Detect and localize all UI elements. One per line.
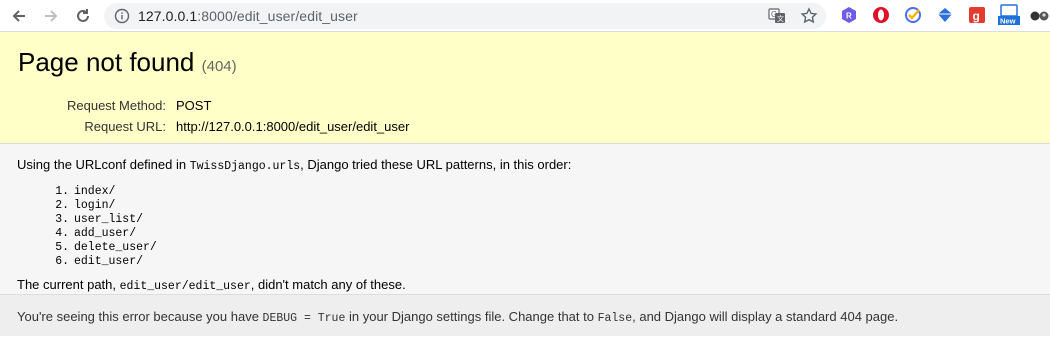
reload-icon xyxy=(77,8,89,22)
urlconf-intro-after: , Django tried these URL patterns, in th… xyxy=(300,157,572,172)
url-path: :8000/edit_user/edit_user xyxy=(197,8,358,24)
url-pattern-number: 2. xyxy=(55,199,69,212)
request-meta: Request Method: POST Request URL: http:/… xyxy=(18,95,1032,137)
checkmark-extension-icon[interactable] xyxy=(903,5,923,25)
url-pattern-path: edit_user/ xyxy=(74,255,144,268)
svg-text:g: g xyxy=(973,9,980,23)
back-button[interactable] xyxy=(8,5,30,27)
forward-button[interactable] xyxy=(40,5,62,27)
status-code: (404) xyxy=(201,58,237,75)
page-title: Page not found (404) xyxy=(18,46,1032,83)
request-method-row: Request Method: POST xyxy=(18,95,1032,116)
new-extension-icon[interactable]: New xyxy=(998,4,1020,26)
svg-text:文: 文 xyxy=(777,14,784,23)
address-bar[interactable]: 127.0.0.1:8000/edit_user/edit_user G 文 xyxy=(104,3,826,29)
url-pattern-item: 6. edit_user/ xyxy=(49,255,1032,269)
g-extension-icon[interactable]: g xyxy=(967,5,987,25)
url-text[interactable]: 127.0.0.1:8000/edit_user/edit_user xyxy=(138,8,358,24)
url-pattern-item: 2. login/ xyxy=(49,199,1032,213)
diamond-extension-icon[interactable] xyxy=(935,5,955,25)
url-pattern-path: user_list/ xyxy=(74,213,144,226)
current-path-after: , didn't match any of these. xyxy=(250,277,406,292)
request-url-label: Request URL: xyxy=(84,119,166,134)
info-icon[interactable] xyxy=(114,8,130,24)
url-pattern-number: 5. xyxy=(55,241,69,254)
r-extension-icon[interactable]: R xyxy=(839,5,859,25)
url-pattern-path: login/ xyxy=(74,199,116,212)
current-path-before: The current path, xyxy=(17,277,120,292)
debug-explanation: You're seeing this error because you hav… xyxy=(0,294,1050,336)
current-path-message: The current path, edit_user/edit_user, d… xyxy=(17,276,1032,296)
request-url-value: http://127.0.0.1:8000/edit_user/edit_use… xyxy=(176,119,410,134)
url-pattern-path: add_user/ xyxy=(74,227,137,240)
browser-toolbar: 127.0.0.1:8000/edit_user/edit_user G 文 R… xyxy=(0,0,1050,32)
explanation-part3: , and Django will display a standard 404… xyxy=(632,309,899,324)
request-method-label: Request Method: xyxy=(66,98,166,113)
url-pattern-item: 1. index/ xyxy=(49,185,1032,199)
explanation-part1: You're seeing this error because you hav… xyxy=(17,309,263,324)
url-pattern-item: 4. add_user/ xyxy=(49,227,1032,241)
url-pattern-item: 3. user_list/ xyxy=(49,213,1032,227)
debug-setting: DEBUG = True xyxy=(262,312,346,325)
url-pattern-path: index/ xyxy=(74,185,116,198)
reload-button[interactable] xyxy=(72,5,94,27)
urlconf-intro-before: Using the URLconf defined in xyxy=(17,157,190,172)
urlconf-intro: Using the URLconf defined in TwissDjango… xyxy=(17,156,1032,176)
glasses-extension-icon[interactable] xyxy=(1030,5,1050,25)
url-pattern-number: 6. xyxy=(55,255,69,268)
svg-text:R: R xyxy=(846,12,852,21)
request-url-row: Request URL: http://127.0.0.1:8000/edit_… xyxy=(18,116,1032,137)
bookmark-star-icon[interactable] xyxy=(800,7,818,25)
error-info: Using the URLconf defined in TwissDjango… xyxy=(0,144,1050,294)
urlconf-name: TwissDjango.urls xyxy=(189,160,301,173)
arrow-right-icon xyxy=(45,9,58,22)
error-summary: Page not found (404) Request Method: POS… xyxy=(0,32,1050,144)
page-title-text: Page not found xyxy=(18,47,195,77)
false-value: False xyxy=(597,312,633,325)
opera-icon[interactable] xyxy=(871,5,891,25)
url-pattern-path: delete_user/ xyxy=(74,241,157,254)
translate-icon[interactable]: G 文 xyxy=(768,7,786,25)
omnibox-actions: G 文 xyxy=(768,7,818,25)
url-host: 127.0.0.1 xyxy=(138,8,198,24)
new-badge-label: New xyxy=(1000,17,1016,26)
current-path: edit_user/edit_user xyxy=(119,280,251,293)
url-pattern-number: 3. xyxy=(55,213,69,226)
arrow-left-icon xyxy=(12,9,25,22)
url-pattern-list: 1. index/2. login/3. user_list/4. add_user/5… xyxy=(49,185,1032,269)
request-method-value: POST xyxy=(176,98,212,113)
url-pattern-number: 1. xyxy=(55,185,69,198)
explanation-part2: in your Django settings file. Change tha… xyxy=(345,309,598,324)
url-pattern-number: 4. xyxy=(55,227,69,240)
url-pattern-item: 5. delete_user/ xyxy=(49,241,1032,255)
